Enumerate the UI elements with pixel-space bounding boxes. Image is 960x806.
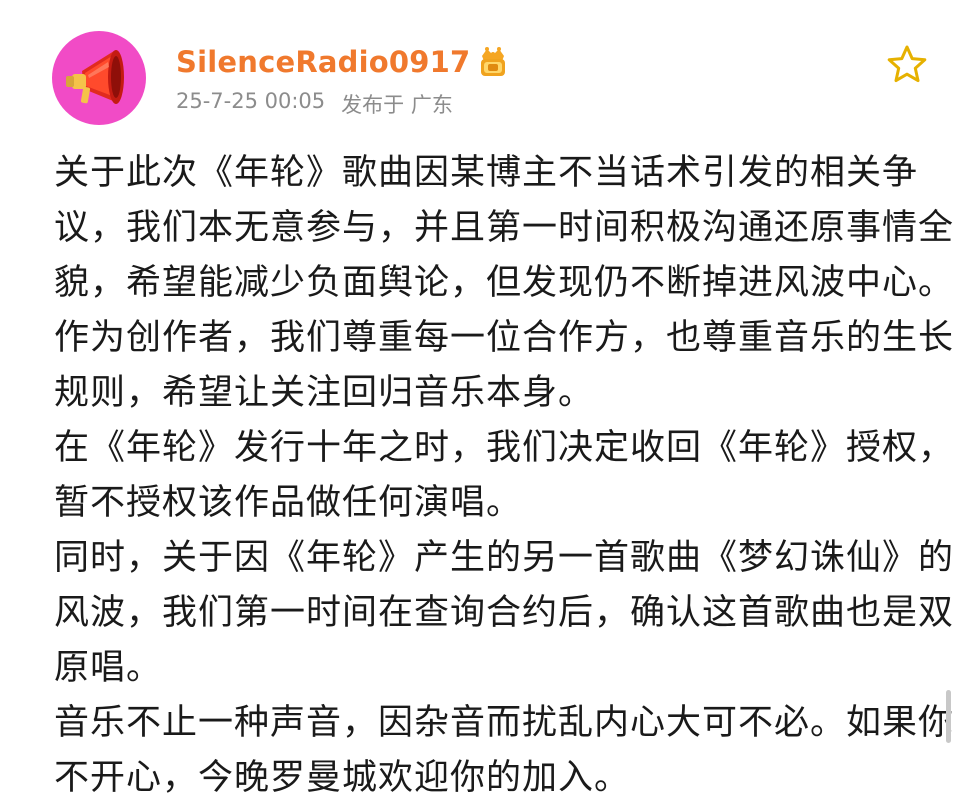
post-text-line: 作为创作者，我们尊重每一位合作方，也尊重音乐的生长 xyxy=(54,318,955,358)
username[interactable]: SilenceRadio0917 xyxy=(176,45,470,79)
post-text-line: 风波，我们第一时间在查询合约后，确认这首歌曲也是双 xyxy=(54,593,955,633)
star-icon[interactable] xyxy=(886,44,928,84)
post-location: 发布于 广东 xyxy=(341,93,453,117)
post-body: 关于此次《年轮》歌曲因某博主不当话术引发的相关争 议，我们本无意参与，并且第一时… xyxy=(54,146,955,806)
post-text-line: 规则，希望让关注回归音乐本身。 xyxy=(54,373,595,413)
megaphone-icon xyxy=(66,50,124,104)
post-timestamp: 25-7-25 00:05 xyxy=(176,89,326,113)
post-meta: 25-7-25 00:05 发布于 广东 xyxy=(176,89,453,119)
post-text-line: 貌，希望能减少负面舆论，但发现仍不断掉进风波中心。 xyxy=(54,263,955,303)
post-text-line: 暂不授权该作品做任何演唱。 xyxy=(54,483,523,523)
vip-crown-icon[interactable] xyxy=(477,45,509,79)
post-text-line: 在《年轮》发行十年之时，我们决定收回《年轮》授权， xyxy=(54,428,955,468)
post-text-line: 同时，关于因《年轮》产生的另一首歌曲《梦幻诛仙》的 xyxy=(54,538,955,578)
post-text-line: 关于此次《年轮》歌曲因某博主不当话术引发的相关争 xyxy=(54,153,919,193)
post-text-line: 原唱。 xyxy=(54,648,163,688)
post-header: SilenceRadio0917 25-7-25 00:05 发布于 广东 xyxy=(0,0,960,140)
post-text-line: 不开心，今晚罗曼城欢迎你的加入。 xyxy=(54,758,631,798)
scrollbar-thumb[interactable] xyxy=(946,690,951,743)
username-row: SilenceRadio0917 xyxy=(176,40,509,84)
post-text-line: 议，我们本无意参与，并且第一时间积极沟通还原事情全 xyxy=(54,208,955,248)
avatar[interactable] xyxy=(52,31,146,125)
